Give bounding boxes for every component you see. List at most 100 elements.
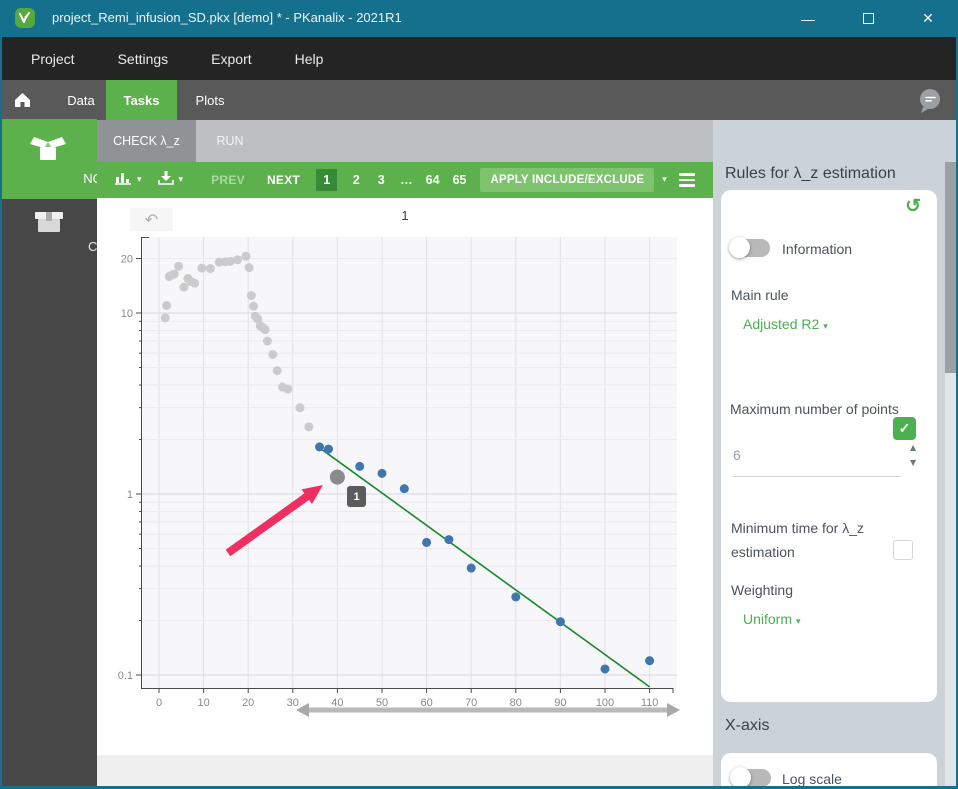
panel-title: Rules for λ_z estimation	[725, 165, 896, 183]
concentration-lambda-z-point[interactable]	[400, 484, 409, 493]
pkanalix-window: project_Remi_infusion_SD.pkx [demo] * - …	[0, 0, 958, 789]
input-underline	[733, 476, 901, 477]
concentration-before-lambda-z-point[interactable]	[268, 350, 277, 359]
page-button-2[interactable]: 2	[350, 173, 362, 187]
next-page-button[interactable]: NEXT	[267, 173, 300, 187]
concentration-lambda-z-point[interactable]	[324, 445, 333, 454]
page-button-1[interactable]: 1	[316, 169, 337, 191]
concentration-lambda-z-point[interactable]	[645, 656, 654, 665]
maximize-button[interactable]	[845, 0, 891, 37]
y-tick-label: 1	[127, 489, 133, 501]
slider-right-arrow-icon[interactable]	[667, 703, 680, 717]
concentration-before-lambda-z-point[interactable]	[197, 264, 206, 273]
min-time-label-line2: estimation	[731, 544, 795, 560]
apply-options-button[interactable]: ▾	[662, 175, 667, 185]
tab-run[interactable]: RUN	[196, 120, 264, 162]
concentration-lambda-z-point[interactable]	[601, 664, 610, 673]
concentration-before-lambda-z-point[interactable]	[263, 337, 272, 346]
closed-box-icon	[31, 207, 67, 242]
concentration-before-lambda-z-point[interactable]	[261, 325, 270, 334]
max-points-input[interactable]: 6	[733, 447, 741, 463]
main-rule-label: Main rule	[731, 287, 789, 303]
concentration-before-lambda-z-point[interactable]	[162, 301, 171, 310]
concentration-before-lambda-z-point[interactable]	[161, 313, 170, 322]
title-bar: project_Remi_infusion_SD.pkx [demo] * - …	[0, 0, 958, 37]
max-points-label: Maximum number of points	[730, 401, 899, 417]
x-tick-label: 50	[376, 697, 388, 709]
menu-settings[interactable]: Settings	[118, 51, 169, 67]
settings-panel: Rules for λ_z estimation ↺ Information M…	[713, 120, 958, 789]
tab-data[interactable]: Data	[58, 80, 104, 120]
x-tick-label: 90	[554, 697, 566, 709]
main-rule-dropdown[interactable]: Adjusted R2▾	[743, 316, 828, 332]
information-toggle[interactable]	[730, 239, 770, 257]
concentration-before-lambda-z-point[interactable]	[283, 385, 292, 394]
page-button-64[interactable]: 64	[426, 173, 440, 187]
weighting-value: Uniform	[743, 611, 792, 627]
tab-check-lambda-z[interactable]: CHECK λ_z	[97, 120, 196, 162]
left-sidebar: NCA CA	[0, 119, 97, 789]
x-tick-label: 20	[242, 697, 254, 709]
menu-export[interactable]: Export	[211, 51, 251, 67]
concentration-before-lambda-z-point[interactable]	[233, 255, 242, 264]
feedback-button[interactable]	[917, 88, 943, 119]
weighting-dropdown[interactable]: Uniform▾	[743, 611, 801, 627]
reset-icon: ↺	[905, 196, 921, 217]
spinner-down-button[interactable]: ▼	[910, 459, 916, 467]
chart-type-button[interactable]: ▾	[115, 170, 142, 190]
concentration-before-lambda-z-point[interactable]	[241, 252, 250, 261]
concentration-before-lambda-z-point[interactable]	[249, 302, 258, 311]
panel-scrollbar[interactable]	[945, 162, 956, 786]
concentration-lambda-z-point[interactable]	[378, 469, 387, 478]
pkanalix-logo-icon	[15, 8, 35, 28]
concentration-lambda-z-point[interactable]	[511, 592, 520, 601]
weighting-label: Weighting	[731, 582, 793, 598]
tab-plots[interactable]: Plots	[184, 80, 236, 120]
menu-help[interactable]: Help	[295, 51, 324, 67]
concentration-lambda-z-point[interactable]	[467, 564, 476, 573]
concentration-before-lambda-z-point[interactable]	[206, 264, 215, 273]
bar-chart-icon	[115, 170, 132, 190]
concentration-before-lambda-z-point[interactable]	[304, 422, 313, 431]
sidebar-item-ca[interactable]: CA	[0, 199, 97, 267]
spinner-up-button[interactable]: ▲	[910, 444, 916, 452]
check-lambda-z-plot-card: ↶ 1 201010.10102030405060708090100110 1	[97, 198, 713, 755]
concentration-before-lambda-z-point[interactable]	[295, 403, 304, 412]
lambda-z-plot: 201010.10102030405060708090100110	[97, 198, 713, 755]
export-plot-button[interactable]: ▾	[158, 170, 184, 190]
log-scale-toggle[interactable]	[731, 769, 771, 787]
hovered-excluded-point-point[interactable]	[330, 470, 345, 485]
prev-page-button[interactable]: PREV	[211, 173, 245, 187]
concentration-before-lambda-z-point[interactable]	[179, 283, 188, 292]
concentration-lambda-z-point[interactable]	[315, 442, 324, 451]
page-button-65[interactable]: 65	[453, 173, 467, 187]
information-label: Information	[782, 241, 852, 257]
concentration-lambda-z-point[interactable]	[556, 617, 565, 626]
concentration-lambda-z-point[interactable]	[444, 535, 453, 544]
concentration-lambda-z-point[interactable]	[422, 538, 431, 547]
tab-tasks[interactable]: Tasks	[106, 80, 177, 120]
concentration-lambda-z-point[interactable]	[355, 462, 364, 471]
menu-project[interactable]: Project	[31, 51, 75, 67]
page-ellipsis: …	[400, 173, 413, 187]
concentration-before-lambda-z-point[interactable]	[170, 270, 179, 279]
apply-include-exclude-button[interactable]: APPLY INCLUDE/EXCLUDE	[480, 168, 654, 192]
concentration-before-lambda-z-point[interactable]	[273, 366, 282, 375]
check-icon: ✓	[899, 420, 911, 437]
concentration-before-lambda-z-point[interactable]	[190, 279, 199, 288]
sidebar-item-nca[interactable]: NCA	[0, 119, 97, 199]
page-button-3[interactable]: 3	[375, 173, 387, 187]
x-tick-label: 70	[465, 697, 477, 709]
home-button[interactable]	[13, 91, 32, 113]
max-points-checkbox[interactable]: ✓	[893, 417, 916, 440]
plot-menu-button[interactable]	[679, 170, 695, 190]
close-button[interactable]: ✕	[905, 0, 951, 37]
minimize-button[interactable]: —	[785, 0, 831, 37]
close-icon: ✕	[922, 10, 934, 27]
reset-button[interactable]: ↺	[905, 195, 921, 218]
scrollbar-thumb[interactable]	[945, 162, 956, 373]
concentration-before-lambda-z-point[interactable]	[174, 262, 183, 271]
concentration-before-lambda-z-point[interactable]	[245, 263, 254, 272]
min-time-checkbox[interactable]	[893, 540, 913, 560]
concentration-before-lambda-z-point[interactable]	[247, 291, 256, 300]
